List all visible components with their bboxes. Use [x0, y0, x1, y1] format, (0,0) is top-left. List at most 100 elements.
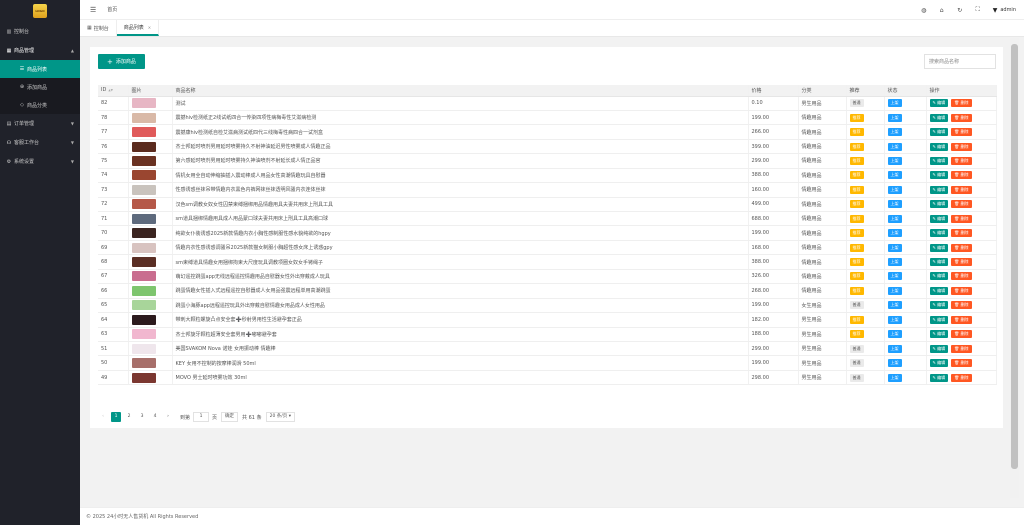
delete-button[interactable]: 🗑 删除 [951, 359, 972, 368]
sidebar-item-add-product[interactable]: ⊕ 添加商品 [0, 78, 80, 96]
product-thumbnail[interactable] [131, 98, 156, 109]
add-product-button[interactable]: + 添加商品 [98, 54, 145, 69]
product-thumbnail[interactable] [131, 141, 156, 152]
edit-button[interactable]: ✎ 编辑 [929, 243, 949, 252]
delete-button[interactable]: 🗑 删除 [951, 272, 972, 281]
cell-price: 266.00 [748, 124, 799, 140]
refresh-icon[interactable]: ↻ [951, 7, 969, 14]
product-thumbnail[interactable] [131, 170, 156, 181]
sidebar-item-service[interactable]: ☊ 客服工作台 ▼ [0, 133, 80, 152]
edit-button[interactable]: ✎ 编辑 [929, 359, 949, 368]
product-thumbnail[interactable] [131, 112, 156, 123]
table-row: 63 杰士邦旋牙颗粒超薄安全套男用➕嘟嘟避孕套 188.00 男生用品 推荐 上架 ✎ 编辑… [98, 327, 997, 342]
per-page-select[interactable]: 20 条/页 ▾ [265, 412, 295, 422]
edit-button[interactable]: ✎ 编辑 [929, 286, 949, 295]
edit-button[interactable]: ✎ 编辑 [929, 156, 949, 165]
page-2[interactable]: 2 [124, 412, 134, 422]
product-thumbnail[interactable] [131, 372, 156, 383]
sidebar-item-product-category[interactable]: ◇ 商品分类 [0, 96, 80, 114]
delete-button[interactable]: 🗑 删除 [951, 185, 972, 194]
delete-button[interactable]: 🗑 删除 [951, 315, 972, 324]
edit-button[interactable]: ✎ 编辑 [929, 142, 949, 151]
delete-button[interactable]: 🗑 删除 [951, 142, 972, 151]
edit-button[interactable]: ✎ 编辑 [929, 344, 949, 353]
page-1[interactable]: 1 [111, 412, 121, 422]
goto-confirm-button[interactable]: 确定 [221, 412, 239, 422]
edit-button[interactable]: ✎ 编辑 [929, 128, 949, 137]
cell-status: 上架 [884, 211, 927, 227]
sidebar-item-settings[interactable]: ⚙ 系统设置 ▼ [0, 152, 80, 171]
delete-button[interactable]: 🗑 删除 [951, 258, 972, 267]
close-icon[interactable]: ✕ [148, 25, 151, 30]
next-page-icon[interactable]: › [163, 412, 173, 422]
page-3[interactable]: 3 [137, 412, 147, 422]
product-thumbnail[interactable] [131, 358, 156, 369]
delete-button[interactable]: 🗑 删除 [951, 99, 972, 108]
sidebar-item-dashboard[interactable]: ▥ 控制台 [0, 22, 80, 41]
sidebar-item-products[interactable]: ▦ 商品管理 ▲ [0, 41, 80, 60]
cell-recommend: 推荐 [846, 211, 885, 227]
edit-button[interactable]: ✎ 编辑 [929, 272, 949, 281]
delete-button[interactable]: 🗑 删除 [951, 171, 972, 180]
search-input[interactable] [924, 54, 996, 69]
product-thumbnail[interactable] [131, 155, 156, 166]
edit-button[interactable]: ✎ 编辑 [929, 258, 949, 267]
cell-id: 49 [98, 370, 129, 386]
edit-button[interactable]: ✎ 编辑 [929, 200, 949, 209]
prev-page-icon[interactable]: ‹ [98, 412, 108, 422]
page-4[interactable]: 4 [150, 412, 160, 422]
delete-button[interactable]: 🗑 删除 [951, 113, 972, 122]
tab-dashboard[interactable]: ▦ 控制台 [80, 20, 117, 36]
product-thumbnail[interactable] [131, 257, 156, 268]
table-row: 78 震撼hiv检测纸正2线试纸四合一传染四项性病梅毒性艾滋病检测 199.00 情趣… [98, 110, 997, 126]
delete-button[interactable]: 🗑 删除 [951, 243, 972, 252]
product-thumbnail[interactable] [131, 329, 156, 340]
tab-product-list[interactable]: 商品列表 ✕ [116, 20, 160, 36]
product-thumbnail[interactable] [131, 314, 156, 325]
globe-icon[interactable]: ◍ [915, 7, 933, 14]
product-thumbnail[interactable] [131, 228, 156, 239]
delete-button[interactable]: 🗑 删除 [951, 200, 972, 209]
edit-button[interactable]: ✎ 编辑 [929, 301, 949, 310]
edit-button[interactable]: ✎ 编辑 [929, 171, 949, 180]
edit-button[interactable]: ✎ 编辑 [929, 229, 949, 238]
edit-button[interactable]: ✎ 编辑 [929, 373, 949, 382]
theme-icon[interactable]: ⌂ [933, 7, 951, 14]
product-thumbnail[interactable] [131, 127, 156, 138]
edit-button[interactable]: ✎ 编辑 [929, 113, 949, 122]
edit-button[interactable]: ✎ 编辑 [929, 214, 949, 223]
product-thumbnail[interactable] [131, 199, 156, 210]
logo[interactable]: LOGO [0, 0, 80, 22]
column-header-id[interactable]: ID ▲▼ [98, 85, 129, 97]
user-menu[interactable]: ▼ admin [993, 7, 1016, 14]
edit-button[interactable]: ✎ 编辑 [929, 330, 949, 339]
delete-button[interactable]: 🗑 删除 [951, 301, 972, 310]
product-thumbnail[interactable] [131, 184, 156, 195]
delete-button[interactable]: 🗑 删除 [951, 344, 972, 353]
cell-recommend: 推荐 [846, 240, 885, 256]
delete-button[interactable]: 🗑 删除 [951, 330, 972, 339]
sidebar-item-product-list[interactable]: ☰ 商品列表 [0, 60, 80, 78]
delete-button[interactable]: 🗑 删除 [951, 214, 972, 223]
menu-toggle-icon[interactable]: ☰ [90, 6, 96, 14]
delete-button[interactable]: 🗑 删除 [951, 286, 972, 295]
cell-id: 78 [98, 110, 129, 126]
product-thumbnail[interactable] [131, 285, 156, 296]
delete-button[interactable]: 🗑 删除 [951, 128, 972, 137]
delete-button[interactable]: 🗑 删除 [951, 229, 972, 238]
product-thumbnail[interactable] [131, 300, 156, 311]
delete-button[interactable]: 🗑 删除 [951, 156, 972, 165]
edit-button[interactable]: ✎ 编辑 [929, 185, 949, 194]
product-thumbnail[interactable] [131, 242, 156, 253]
edit-button[interactable]: ✎ 编辑 [929, 315, 949, 324]
product-thumbnail[interactable] [131, 213, 156, 224]
product-thumbnail[interactable] [131, 343, 156, 354]
goto-page-input[interactable]: 1 [193, 412, 210, 422]
home-link[interactable]: 首页 [107, 6, 117, 13]
product-thumbnail[interactable] [131, 271, 156, 282]
delete-button[interactable]: 🗑 删除 [951, 373, 972, 382]
fullscreen-icon[interactable]: ⛶ [969, 6, 987, 14]
scrollbar-thumb[interactable] [1011, 44, 1018, 469]
edit-button[interactable]: ✎ 编辑 [929, 99, 949, 108]
sidebar-item-orders[interactable]: ▤ 订单管理 ▼ [0, 114, 80, 133]
